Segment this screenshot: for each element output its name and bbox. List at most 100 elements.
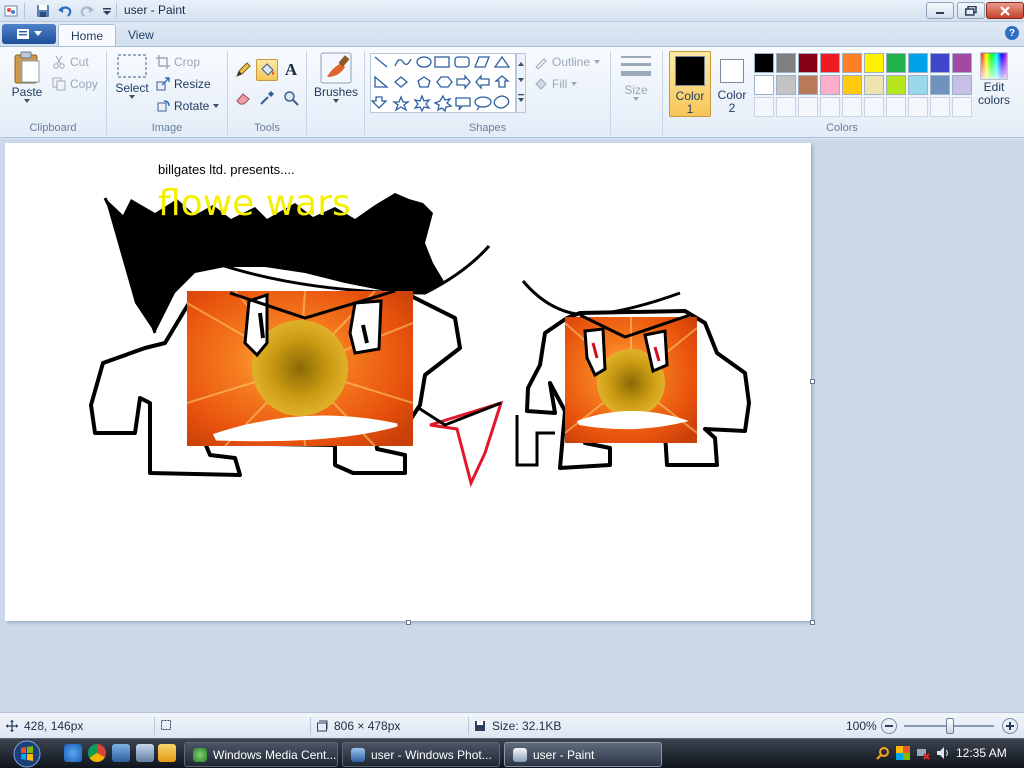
- palette-swatch[interactable]: [864, 75, 884, 95]
- paint-menu-button[interactable]: [2, 24, 56, 44]
- custom-color-slot[interactable]: [886, 97, 906, 117]
- help-icon[interactable]: ?: [1005, 26, 1019, 40]
- select-button[interactable]: Select: [112, 53, 152, 99]
- color-picker-tool[interactable]: [256, 87, 278, 109]
- palette-swatch[interactable]: [930, 53, 950, 73]
- magnifier-tool[interactable]: [280, 87, 302, 109]
- palette-swatch[interactable]: [754, 75, 774, 95]
- taskbar-item[interactable]: user - Windows Phot...: [342, 742, 500, 767]
- palette-swatch[interactable]: [820, 75, 840, 95]
- palette-swatch[interactable]: [908, 53, 928, 73]
- custom-color-slot[interactable]: [842, 97, 862, 117]
- taskbar-item[interactable]: user - Paint: [504, 742, 662, 767]
- taskbar-clock[interactable]: 12:35 AM: [956, 746, 1007, 760]
- zoom-in-button[interactable]: [1002, 718, 1018, 734]
- magnifier-icon: [284, 91, 299, 106]
- save-icon[interactable]: [34, 2, 52, 20]
- color-spectrum-icon: [980, 52, 1008, 80]
- restore-button[interactable]: [957, 2, 985, 19]
- cut-label: Cut: [70, 55, 89, 69]
- copy-button[interactable]: Copy: [52, 75, 98, 93]
- cut-button[interactable]: Cut: [52, 53, 89, 71]
- tab-view[interactable]: View: [116, 24, 166, 46]
- palette-swatch[interactable]: [820, 53, 840, 73]
- show-desktop-icon[interactable]: [112, 744, 130, 762]
- palette-swatch[interactable]: [776, 75, 796, 95]
- pencil-tool[interactable]: [232, 59, 254, 81]
- color1-button[interactable]: Color 1: [669, 51, 711, 117]
- custom-color-slot[interactable]: [776, 97, 796, 117]
- paint-app-icon[interactable]: [2, 2, 20, 20]
- size-button[interactable]: Size: [616, 53, 656, 101]
- taskbar-item[interactable]: Windows Media Cent...: [184, 742, 338, 767]
- custom-color-slot[interactable]: [754, 97, 774, 117]
- switch-windows-icon[interactable]: [136, 744, 154, 762]
- tab-home[interactable]: Home: [58, 24, 117, 46]
- chevron-down-icon: [213, 104, 220, 108]
- custom-color-slot[interactable]: [952, 97, 972, 117]
- palette-swatch[interactable]: [952, 53, 972, 73]
- drawing[interactable]: billgates ltd. presents.... flowe wars: [5, 143, 811, 621]
- palette-swatch[interactable]: [754, 53, 774, 73]
- color2-button[interactable]: Color 2: [713, 51, 751, 117]
- close-button[interactable]: [986, 2, 1024, 19]
- media-player-icon[interactable]: [158, 744, 176, 762]
- tray-app-icon[interactable]: [896, 746, 910, 760]
- outline-label: Outline: [552, 55, 591, 69]
- resize-handle-corner[interactable]: [810, 620, 815, 625]
- fill-tool[interactable]: [256, 59, 278, 81]
- palette-swatch[interactable]: [908, 75, 928, 95]
- chrome-icon[interactable]: [88, 744, 106, 762]
- brushes-button[interactable]: Brushes: [312, 51, 360, 103]
- resize-handle-right[interactable]: [810, 379, 815, 384]
- pencil-icon: [236, 62, 251, 77]
- chevron-down-icon: [129, 95, 135, 99]
- paste-button[interactable]: Paste: [8, 51, 46, 103]
- zoom-out-button[interactable]: [881, 718, 897, 734]
- palette-swatch[interactable]: [930, 75, 950, 95]
- paste-icon: [14, 51, 40, 84]
- resize-handle-bottom[interactable]: [406, 620, 411, 625]
- palette-swatch[interactable]: [776, 53, 796, 73]
- palette-swatch[interactable]: [952, 75, 972, 95]
- zoom-slider-thumb[interactable]: [946, 718, 954, 734]
- canvas-area[interactable]: billgates ltd. presents.... flowe wars: [0, 139, 1024, 712]
- internet-explorer-icon[interactable]: [64, 744, 82, 762]
- resize-icon: [156, 77, 170, 91]
- network-icon[interactable]: [916, 746, 930, 760]
- canvas-size-text: 806 × 478px: [334, 719, 401, 733]
- shapes-gallery-scroll[interactable]: [516, 53, 526, 113]
- palette-swatch[interactable]: [886, 53, 906, 73]
- edit-colors-button[interactable]: Edit colors: [976, 51, 1012, 107]
- outline-button[interactable]: Outline: [534, 53, 601, 71]
- custom-color-slot[interactable]: [930, 97, 950, 117]
- palette-swatch[interactable]: [798, 53, 818, 73]
- palette-swatch[interactable]: [886, 75, 906, 95]
- custom-color-slot[interactable]: [908, 97, 928, 117]
- fill-button[interactable]: Fill: [534, 75, 578, 93]
- text-tool[interactable]: A: [280, 59, 302, 81]
- palette-swatch[interactable]: [842, 75, 862, 95]
- canvas-size-icon: [317, 720, 328, 732]
- search-icon[interactable]: [876, 746, 890, 760]
- undo-icon[interactable]: [56, 2, 74, 20]
- palette-swatch[interactable]: [864, 53, 884, 73]
- minimize-button[interactable]: [926, 2, 954, 19]
- resize-button[interactable]: Resize: [156, 75, 211, 93]
- volume-icon[interactable]: [936, 746, 950, 760]
- palette-swatch[interactable]: [798, 75, 818, 95]
- palette-swatch[interactable]: [842, 53, 862, 73]
- clipboard-group-label: Clipboard: [29, 122, 77, 134]
- crop-button[interactable]: Crop: [156, 53, 200, 71]
- fill-icon: [535, 78, 547, 90]
- start-button[interactable]: [4, 739, 50, 768]
- eraser-tool[interactable]: [232, 87, 254, 109]
- customize-quick-access-icon[interactable]: [98, 2, 116, 20]
- redo-icon[interactable]: [78, 2, 96, 20]
- drawing-canvas[interactable]: billgates ltd. presents.... flowe wars: [5, 143, 811, 621]
- rotate-button[interactable]: Rotate: [156, 97, 220, 115]
- custom-color-slot[interactable]: [798, 97, 818, 117]
- select-label: Select: [115, 81, 149, 95]
- custom-color-slot[interactable]: [864, 97, 884, 117]
- custom-color-slot[interactable]: [820, 97, 840, 117]
